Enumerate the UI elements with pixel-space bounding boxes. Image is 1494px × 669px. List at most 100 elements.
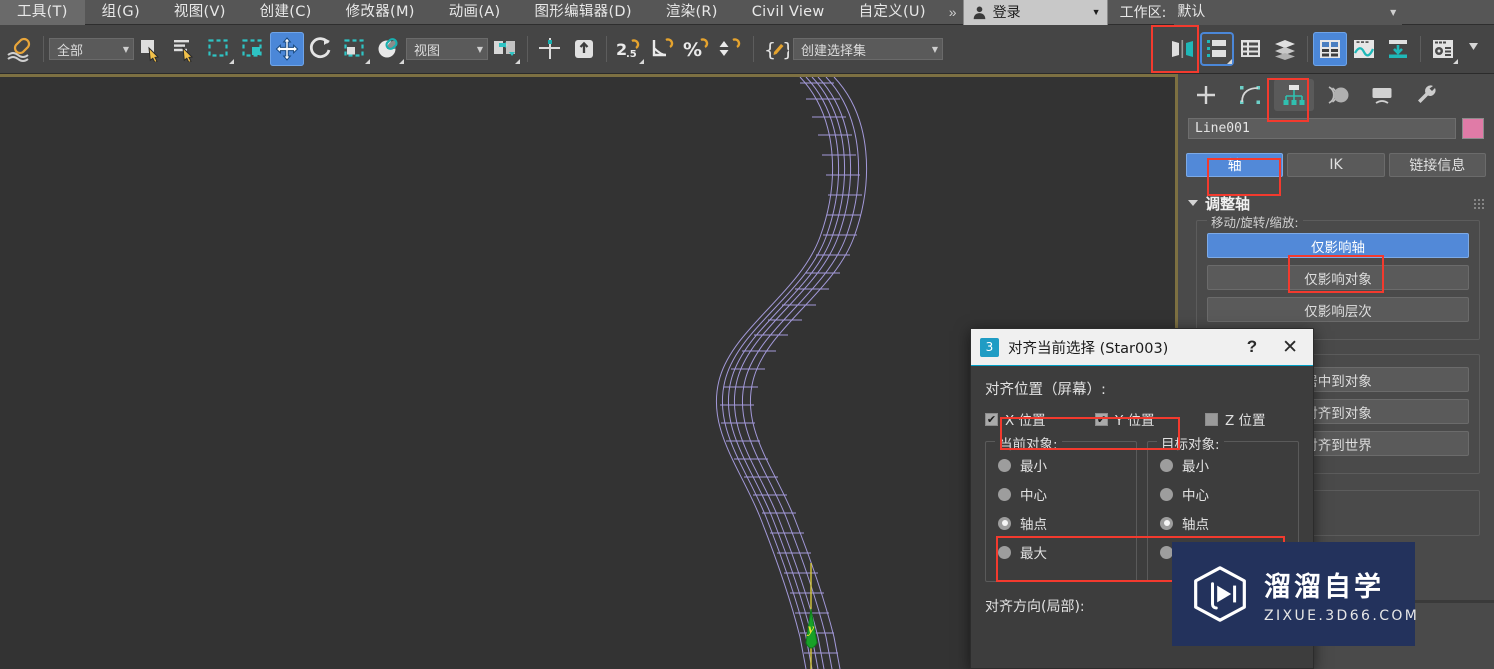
- rectangular-select-region-icon[interactable]: [202, 32, 236, 66]
- mirror-geometry-icon[interactable]: [1166, 32, 1200, 66]
- radio-dot-selected: [1160, 516, 1173, 530]
- dialog-titlebar[interactable]: 3 对齐当前选择 (Star003) ? ✕: [971, 329, 1313, 366]
- select-and-rotate-icon[interactable]: [304, 32, 338, 66]
- current-center-label: 中心: [1020, 488, 1047, 504]
- menu-tools[interactable]: 工具(T): [0, 0, 85, 25]
- watermark-cn: 溜溜自学: [1264, 571, 1384, 603]
- workspace-combo[interactable]: 默认 ▼: [1174, 0, 1403, 25]
- spinner-snap-icon[interactable]: [714, 32, 748, 66]
- named-selection-set-value: 创建选择集: [801, 43, 867, 59]
- reference-coordinate-combo[interactable]: 视图 ▼: [406, 38, 488, 60]
- current-center-radio[interactable]: 中心: [998, 484, 1128, 504]
- select-and-scale-icon[interactable]: [338, 32, 372, 66]
- align-icon[interactable]: [567, 32, 601, 66]
- select-by-name-icon[interactable]: [168, 32, 202, 66]
- scene-explorer-icon[interactable]: [1234, 32, 1268, 66]
- object-name-field[interactable]: Line001: [1188, 118, 1456, 139]
- z-position-checkbox[interactable]: Z 位置: [1205, 409, 1266, 429]
- tab-motion[interactable]: [1318, 79, 1358, 111]
- flyout-corner-icon: [515, 59, 520, 64]
- selection-filter-combo[interactable]: 全部 ▼: [49, 38, 134, 60]
- link-info-tab-button[interactable]: 链接信息: [1388, 153, 1486, 177]
- 3dsmax-window: 工具(T) 组(G) 视图(V) 创建(C) 修改器(M) 动画(A) 图形编辑…: [0, 0, 1494, 669]
- y-position-checkbox[interactable]: ✔ Y 位置: [1095, 409, 1205, 429]
- move-rotate-scale-group: 移动/旋转/缩放: 仅影响轴 仅影响对象 仅影响层次: [1196, 212, 1480, 340]
- menu-rendering[interactable]: 渲染(R): [649, 0, 735, 25]
- ik-tab-button[interactable]: IK: [1287, 153, 1385, 177]
- named-selection-set-combo[interactable]: 创建选择集 ▼: [793, 38, 943, 60]
- object-color-swatch[interactable]: [1462, 118, 1484, 139]
- svg-text:.5: .5: [626, 49, 637, 60]
- menu-graph-editors[interactable]: 图形编辑器(D): [517, 0, 648, 25]
- select-and-move-icon[interactable]: [270, 32, 304, 66]
- x-position-label: X 位置: [1005, 413, 1046, 429]
- group-title: 移动/旋转/缩放:: [1207, 212, 1303, 231]
- percent-snap-icon[interactable]: %: [680, 32, 714, 66]
- menu-create[interactable]: 创建(C): [243, 0, 329, 25]
- object-name-row: Line001: [1178, 118, 1494, 139]
- tab-create[interactable]: [1186, 79, 1226, 111]
- checkbox-mark: ✔: [985, 412, 998, 426]
- angle-snap-icon[interactable]: [646, 32, 680, 66]
- toolbar-separator: [527, 36, 528, 62]
- menu-group[interactable]: 组(G): [85, 0, 157, 25]
- snaps-toggle-icon[interactable]: 2 .5: [612, 32, 646, 66]
- menu-modifiers[interactable]: 修改器(M): [329, 0, 432, 25]
- tab-modify[interactable]: [1230, 79, 1270, 111]
- layer-manager-icon[interactable]: [1268, 32, 1302, 66]
- schematic-link-icon[interactable]: [4, 32, 38, 66]
- watermark-text: 溜溜自学 ZIXUE.3D66.COM: [1264, 565, 1419, 624]
- affect-object-only-button[interactable]: 仅影响对象: [1207, 265, 1469, 290]
- current-maximum-label: 最大: [1020, 546, 1047, 562]
- x-position-checkbox[interactable]: ✔ X 位置: [985, 409, 1095, 429]
- login-button[interactable]: 登录 ▼: [962, 0, 1108, 25]
- mirror-icon[interactable]: [533, 32, 567, 66]
- help-button[interactable]: ?: [1233, 337, 1271, 357]
- select-and-place-icon[interactable]: [372, 32, 406, 66]
- current-pivot-radio[interactable]: 轴点: [998, 513, 1128, 533]
- target-minimum-radio[interactable]: 最小: [1160, 455, 1290, 475]
- menu-views[interactable]: 视图(V): [157, 0, 243, 25]
- use-center-flyout-icon[interactable]: [488, 32, 522, 66]
- workspace-caret-icon: ▼: [1390, 7, 1397, 17]
- affect-pivot-only-button[interactable]: 仅影响轴: [1207, 233, 1469, 258]
- current-maximum-radio[interactable]: 最大: [998, 542, 1128, 562]
- flyout-corner-icon: [399, 59, 404, 64]
- curve-editor-icon[interactable]: [1347, 32, 1381, 66]
- radio-dot: [1160, 487, 1173, 501]
- close-icon[interactable]: ✕: [1271, 336, 1309, 359]
- tab-hierarchy[interactable]: [1274, 79, 1314, 111]
- chevron-down-icon: [1188, 200, 1198, 206]
- menu-overflow-icon[interactable]: »: [943, 4, 963, 20]
- tab-utilities[interactable]: [1406, 79, 1446, 111]
- pivot-tab-button[interactable]: 轴: [1186, 153, 1284, 177]
- checkbox-mark: ✔: [1095, 412, 1108, 426]
- window-crossing-icon[interactable]: [236, 32, 270, 66]
- user-icon: [973, 6, 985, 19]
- menu-customize[interactable]: 自定义(U): [842, 0, 943, 25]
- render-frame-window-icon[interactable]: [1426, 32, 1460, 66]
- target-object-title: 目标对象:: [1157, 433, 1224, 453]
- gizmo-y-label: y: [806, 622, 815, 637]
- select-object-icon[interactable]: [134, 32, 168, 66]
- reference-coordinate-value: 视图: [414, 43, 441, 59]
- target-center-radio[interactable]: 中心: [1160, 484, 1290, 504]
- target-minimum-label: 最小: [1182, 459, 1209, 475]
- rollout-grip-icon: [1473, 197, 1484, 209]
- render-setup-icon[interactable]: [1381, 32, 1415, 66]
- menu-animation[interactable]: 动画(A): [432, 0, 518, 25]
- y-position-label: Y 位置: [1115, 413, 1155, 429]
- current-minimum-radio[interactable]: 最小: [998, 455, 1128, 475]
- modify-curve-icon: [1240, 86, 1260, 104]
- tab-display[interactable]: [1362, 79, 1402, 111]
- affect-hierarchy-only-button[interactable]: 仅影响层次: [1207, 297, 1469, 322]
- material-editor-icon[interactable]: [1313, 32, 1347, 66]
- render-production-icon[interactable]: [1460, 32, 1494, 66]
- layer-explorer-icon[interactable]: [1200, 32, 1234, 66]
- menu-civil-view[interactable]: Civil View: [735, 0, 842, 25]
- radio-dot: [998, 545, 1011, 559]
- edit-named-selection-sets-icon[interactable]: { }: [759, 32, 793, 66]
- target-pivot-radio[interactable]: 轴点: [1160, 513, 1290, 533]
- axis-checkbox-row: ✔ X 位置 ✔ Y 位置 Z 位置: [985, 409, 1299, 429]
- toolbar-separator: [43, 36, 44, 62]
